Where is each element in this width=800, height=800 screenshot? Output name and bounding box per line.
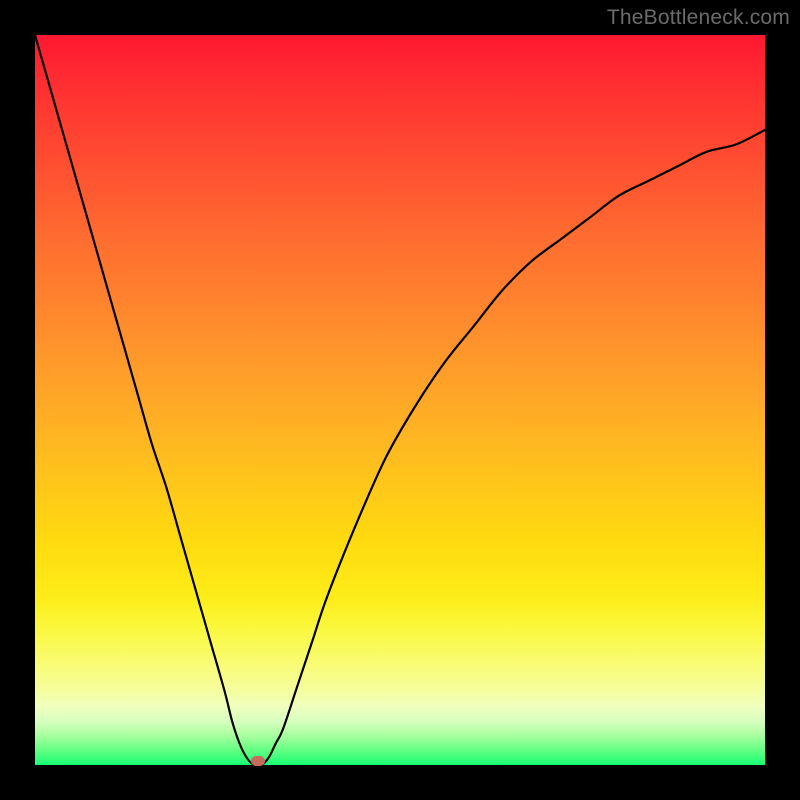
optimal-point-marker <box>251 756 265 766</box>
watermark-text: TheBottleneck.com <box>607 6 790 30</box>
plot-area <box>35 35 765 765</box>
bottleneck-curve <box>35 35 765 765</box>
curve-svg <box>35 35 765 765</box>
chart-frame: TheBottleneck.com <box>0 0 800 800</box>
